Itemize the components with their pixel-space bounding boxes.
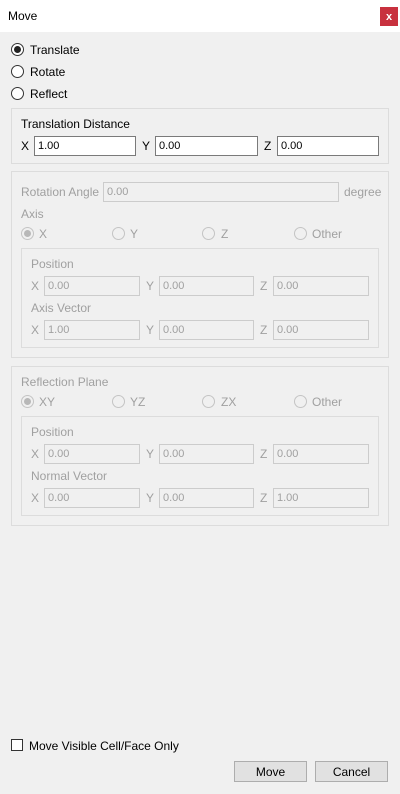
reflection-pos-y-label: Y (146, 447, 155, 461)
normal-y-input[interactable]: 0.00 (159, 488, 254, 508)
normal-z-input[interactable]: 1.00 (273, 488, 369, 508)
axis-x-radio[interactable] (21, 227, 34, 240)
translation-x-label: X (21, 139, 30, 153)
reflection-plane-label: Reflection Plane (21, 375, 109, 389)
axis-vector-z-label: Z (260, 323, 268, 337)
visible-only-checkbox[interactable] (11, 739, 23, 751)
translate-label[interactable]: Translate (30, 43, 80, 57)
plane-xy-radio[interactable] (21, 395, 34, 408)
plane-zx-label: ZX (221, 395, 237, 409)
normal-x-input[interactable]: 0.00 (44, 488, 140, 508)
translation-y-input[interactable]: 0.00 (155, 136, 258, 156)
normal-vector-label: Normal Vector (31, 469, 108, 483)
normal-y-label: Y (146, 491, 155, 505)
plane-yz-label: YZ (130, 395, 146, 409)
translation-title: Translation Distance (21, 117, 130, 131)
translate-radio[interactable] (11, 43, 24, 56)
rotation-pos-x-label: X (31, 279, 40, 293)
axis-vector-y-input[interactable]: 0.00 (159, 320, 254, 340)
normal-x-label: X (31, 491, 40, 505)
rotation-pos-y-input[interactable]: 0.00 (159, 276, 254, 296)
rotation-angle-input[interactable]: 0.00 (103, 182, 339, 202)
reflection-pos-x-label: X (31, 447, 40, 461)
axis-vector-y-label: Y (146, 323, 155, 337)
title-bar: Move x (0, 0, 400, 32)
axis-y-radio[interactable] (112, 227, 125, 240)
axis-y-label: Y (130, 227, 139, 241)
translation-x-input[interactable]: 1.00 (34, 136, 136, 156)
window-title: Move (8, 9, 38, 23)
rotation-pos-z-label: Z (260, 279, 268, 293)
axis-vector-label: Axis Vector (31, 301, 92, 315)
move-button[interactable]: Move (234, 761, 307, 782)
cancel-button[interactable]: Cancel (315, 761, 388, 782)
rotation-pos-x-input[interactable]: 0.00 (44, 276, 140, 296)
rotation-pos-z-input[interactable]: 0.00 (273, 276, 369, 296)
plane-other-label: Other (312, 395, 343, 409)
axis-label: Axis (21, 207, 44, 221)
close-button[interactable]: x (380, 7, 398, 26)
plane-zx-radio[interactable] (202, 395, 215, 408)
axis-x-label: X (39, 227, 48, 241)
rotate-label[interactable]: Rotate (30, 65, 65, 79)
rotation-pos-y-label: Y (146, 279, 155, 293)
axis-other-label: Other (312, 227, 343, 241)
reflect-label[interactable]: Reflect (30, 87, 67, 101)
axis-z-label: Z (221, 227, 229, 241)
plane-xy-label: XY (39, 395, 56, 409)
reflection-pos-z-input[interactable]: 0.00 (273, 444, 369, 464)
plane-other-radio[interactable] (294, 395, 307, 408)
rotate-radio[interactable] (11, 65, 24, 78)
reflection-pos-z-label: Z (260, 447, 268, 461)
axis-vector-z-input[interactable]: 0.00 (273, 320, 369, 340)
axis-vector-x-label: X (31, 323, 40, 337)
translation-z-label: Z (264, 139, 272, 153)
rotation-position-label: Position (31, 257, 74, 271)
axis-other-radio[interactable] (294, 227, 307, 240)
reflection-pos-x-input[interactable]: 0.00 (44, 444, 140, 464)
visible-only-label[interactable]: Move Visible Cell/Face Only (29, 739, 179, 753)
plane-yz-radio[interactable] (112, 395, 125, 408)
axis-vector-x-input[interactable]: 1.00 (44, 320, 140, 340)
translation-y-label: Y (142, 139, 151, 153)
reflection-pos-y-input[interactable]: 0.00 (159, 444, 254, 464)
reflection-position-label: Position (31, 425, 74, 439)
normal-z-label: Z (260, 491, 268, 505)
close-icon: x (385, 10, 393, 23)
rotation-angle-unit: degree (344, 185, 382, 199)
reflect-radio[interactable] (11, 87, 24, 100)
rotation-angle-label: Rotation Angle (21, 185, 100, 199)
axis-z-radio[interactable] (202, 227, 215, 240)
translation-z-input[interactable]: 0.00 (277, 136, 379, 156)
